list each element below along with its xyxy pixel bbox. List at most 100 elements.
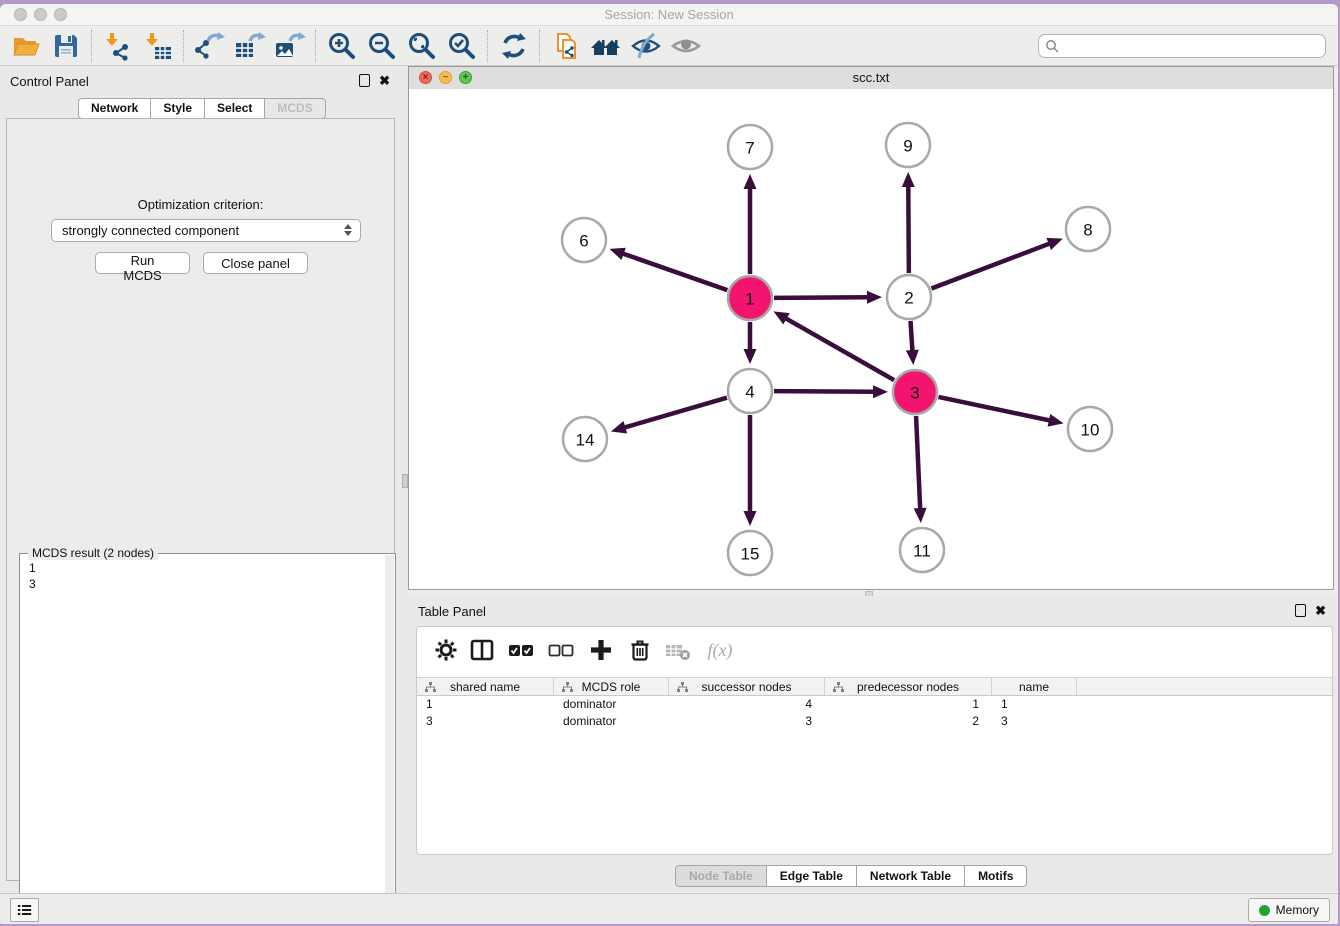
- criterion-select[interactable]: strongly connected component: [51, 219, 361, 242]
- status-bar: Memory: [0, 893, 1338, 924]
- duplicate-network-button[interactable]: [546, 28, 586, 64]
- table-cell[interactable]: 3: [669, 713, 825, 730]
- import-network-button[interactable]: [98, 28, 138, 64]
- export-image-button[interactable]: [270, 28, 310, 64]
- table-panel: Table Panel ✖: [408, 596, 1338, 892]
- run-mcds-button[interactable]: Run MCDS: [95, 252, 190, 274]
- close-table-panel-icon[interactable]: ✖: [1315, 605, 1326, 616]
- table-tabs: Node Table Edge Table Network Table Moti…: [675, 865, 1027, 887]
- table-cell[interactable]: 2: [825, 713, 992, 730]
- tab-network-table[interactable]: Network Table: [857, 865, 965, 887]
- graph-edge-arrowhead: [867, 291, 882, 304]
- tab-node-table[interactable]: Node Table: [675, 865, 767, 887]
- list-icon: [17, 902, 32, 918]
- column-header-MCDS-role[interactable]: MCDS role: [554, 678, 669, 695]
- column-header-shared-name[interactable]: shared name: [417, 678, 554, 695]
- close-panel-button[interactable]: Close panel: [203, 252, 308, 274]
- show-columns-button[interactable]: [463, 638, 501, 662]
- table-cell[interactable]: dominator: [554, 696, 669, 713]
- import-table-button[interactable]: [138, 28, 178, 64]
- network-canvas[interactable]: 7968124314101511: [409, 89, 1333, 589]
- deselect-all-button[interactable]: [541, 638, 581, 662]
- checked-boxes-icon: [508, 638, 534, 662]
- table-row[interactable]: 3dominator323: [417, 713, 1332, 730]
- hide-selected-button[interactable]: [626, 28, 666, 64]
- table-cell[interactable]: dominator: [554, 713, 669, 730]
- graph-edge-1-6[interactable]: [622, 253, 728, 290]
- show-all-button[interactable]: [666, 28, 706, 64]
- tab-mcds[interactable]: MCDS: [265, 98, 325, 119]
- graph-edge-3-1[interactable]: [785, 318, 894, 380]
- table-cell[interactable]: 3: [417, 713, 554, 730]
- float-table-panel-icon[interactable]: [1295, 604, 1306, 617]
- main-toolbar: [0, 26, 1338, 66]
- zoom-in-button[interactable]: [322, 28, 362, 64]
- mcds-result-line: 3: [20, 576, 395, 592]
- memory-button[interactable]: Memory: [1248, 898, 1330, 922]
- app-titlebar: Session: New Session: [0, 4, 1338, 26]
- column-header-label: shared name: [450, 680, 520, 694]
- graph-node-label: 11: [913, 542, 931, 561]
- column-type-icon: [677, 682, 688, 693]
- search-input[interactable]: [1038, 34, 1326, 58]
- zoom-out-icon: [367, 31, 397, 61]
- table-header-row: shared name MCDS rolesuccessor nodesprede…: [417, 677, 1332, 696]
- open-file-button[interactable]: [6, 28, 46, 64]
- graph-edge-1-2[interactable]: [774, 297, 869, 298]
- graph-edge-4-14[interactable]: [623, 398, 727, 428]
- graph-node-label: 14: [576, 431, 595, 450]
- column-header-name[interactable]: name: [992, 678, 1077, 695]
- column-header-successor-nodes[interactable]: successor nodes: [669, 678, 825, 695]
- export-table-button[interactable]: [230, 28, 270, 64]
- graph-edge-arrowhead: [744, 174, 757, 189]
- export-image-icon: [274, 31, 306, 61]
- function-builder-button[interactable]: f(x): [697, 640, 743, 661]
- graph-node-label: 9: [903, 137, 912, 156]
- table-row[interactable]: 1dominator411: [417, 696, 1332, 713]
- save-session-button[interactable]: [46, 28, 86, 64]
- result-scrollbar[interactable]: [385, 555, 394, 924]
- graph-edge-2-9[interactable]: [908, 185, 909, 273]
- tab-network[interactable]: Network: [78, 98, 151, 119]
- delete-column-button[interactable]: [621, 638, 659, 662]
- mcds-result-box: MCDS result (2 nodes) 1 3: [19, 553, 396, 924]
- graph-edge-3-10[interactable]: [938, 397, 1050, 421]
- float-panel-icon[interactable]: [359, 74, 370, 87]
- tab-motifs[interactable]: Motifs: [965, 865, 1027, 887]
- delete-table-button[interactable]: [659, 638, 697, 662]
- select-all-button[interactable]: [501, 638, 541, 662]
- zoom-selected-button[interactable]: [442, 28, 482, 64]
- first-neighbors-button[interactable]: [586, 28, 626, 64]
- graph-edge-4-3[interactable]: [774, 391, 875, 392]
- task-history-button[interactable]: [10, 898, 39, 922]
- export-network-button[interactable]: [190, 28, 230, 64]
- eye-icon: [670, 31, 702, 61]
- graph-edge-2-8[interactable]: [931, 243, 1050, 288]
- table-toolbar: f(x): [429, 633, 743, 667]
- tab-style[interactable]: Style: [151, 98, 205, 119]
- tab-select[interactable]: Select: [205, 98, 265, 119]
- graph-edge-3-11[interactable]: [916, 416, 920, 510]
- network-graph[interactable]: 7968124314101511: [409, 89, 1333, 589]
- tab-edge-table[interactable]: Edge Table: [767, 865, 857, 887]
- zoom-out-button[interactable]: [362, 28, 402, 64]
- optimization-criterion-label: Optimization criterion:: [7, 197, 394, 212]
- mcds-tab-content: Optimization criterion: strongly connect…: [6, 118, 395, 881]
- graph-edge-2-3[interactable]: [911, 321, 913, 352]
- add-column-button[interactable]: [581, 638, 621, 662]
- table-settings-button[interactable]: [429, 638, 463, 662]
- table-cell[interactable]: 1: [825, 696, 992, 713]
- column-type-icon: [833, 682, 844, 693]
- zoom-fit-button[interactable]: [402, 28, 442, 64]
- close-panel-icon[interactable]: ✖: [379, 75, 390, 86]
- column-header-predecessor-nodes[interactable]: predecessor nodes: [825, 678, 992, 695]
- table-cell[interactable]: 3: [992, 713, 1077, 730]
- graph-node-label: 2: [904, 289, 913, 308]
- table-cell[interactable]: 1: [417, 696, 554, 713]
- table-cell[interactable]: 1: [992, 696, 1077, 713]
- apply-layout-button[interactable]: [494, 28, 534, 64]
- node-table-container: f(x) shared name MCDS rolesuccessor nodes…: [416, 626, 1333, 855]
- toolbar-separator: [183, 30, 185, 62]
- table-cell[interactable]: 4: [669, 696, 825, 713]
- graph-node-label: 10: [1081, 421, 1100, 440]
